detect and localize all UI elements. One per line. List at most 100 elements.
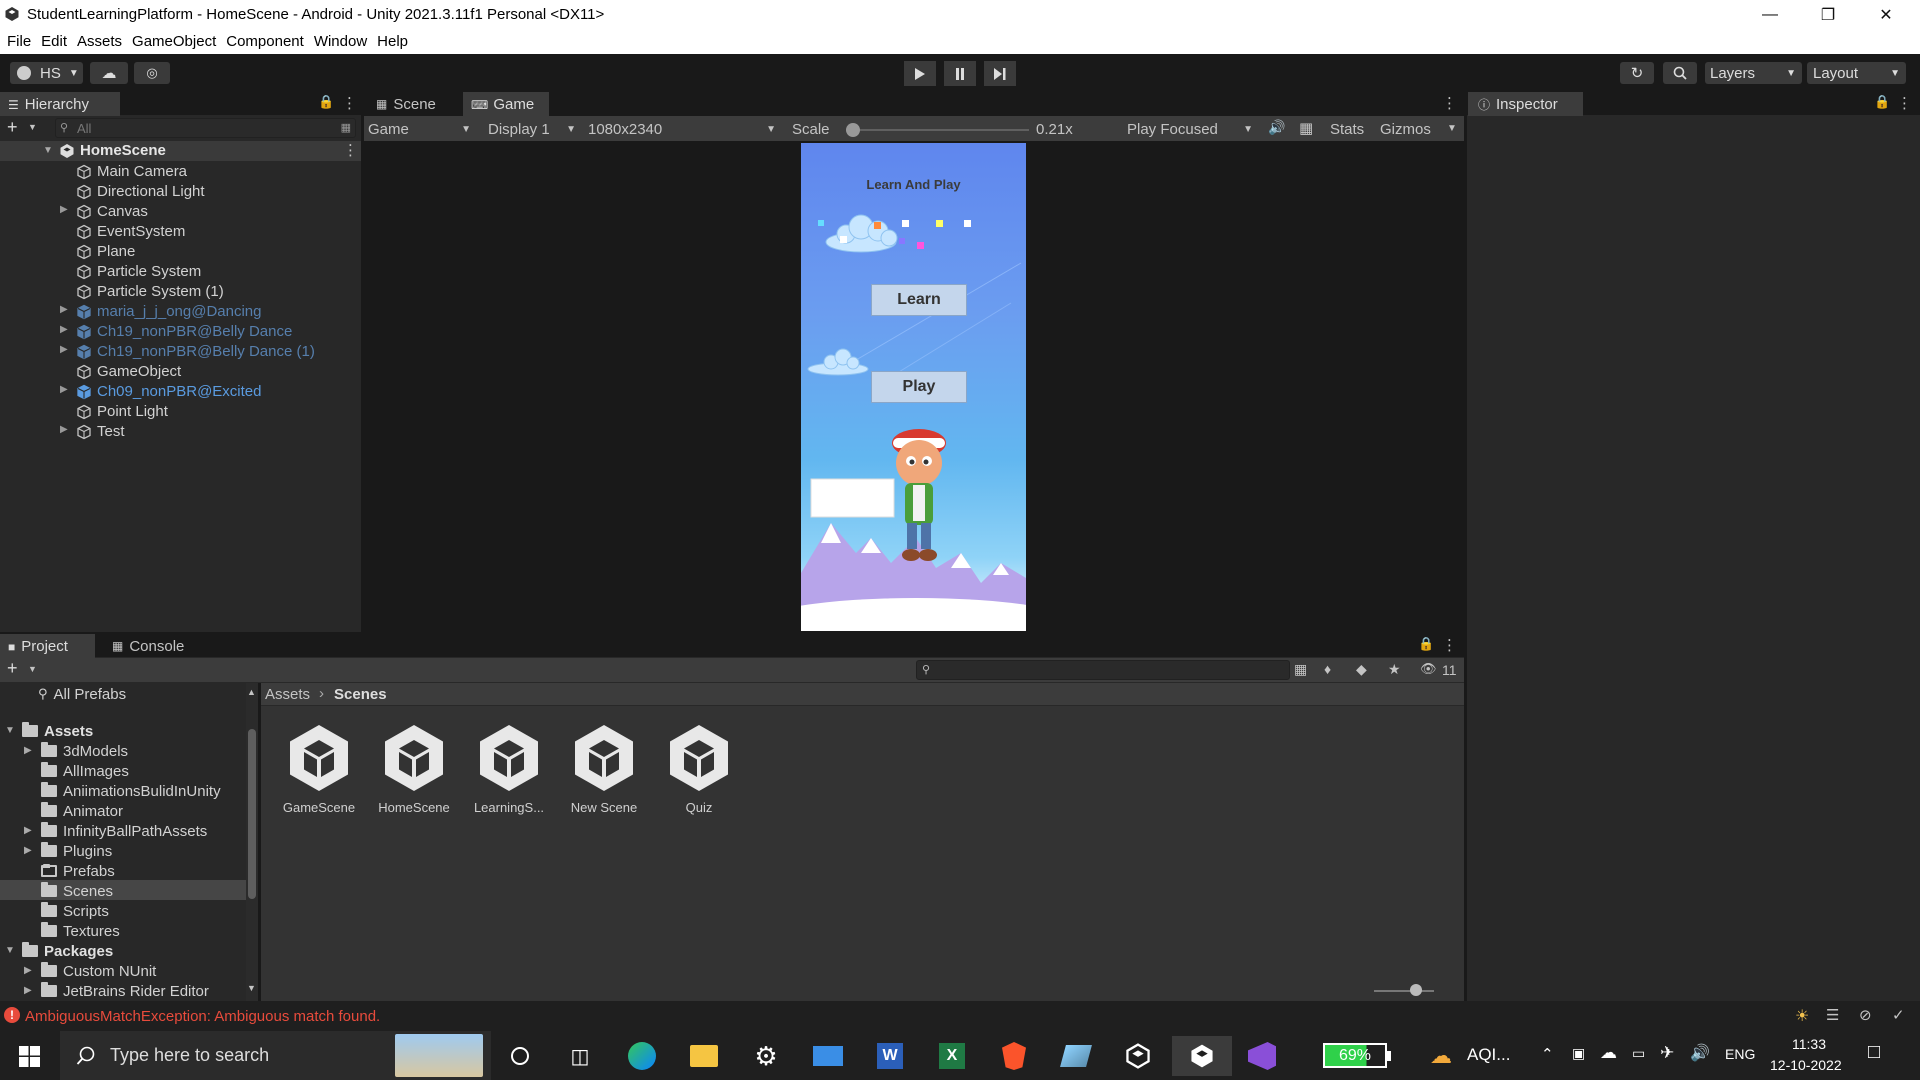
menu-help[interactable]: Help <box>377 29 408 50</box>
check-circle-icon[interactable]: ✓ <box>1892 1006 1905 1024</box>
expand-arrow-icon[interactable]: ▼ <box>43 145 53 156</box>
tree-folder-item[interactable]: ▶ JetBrains Rider Editor <box>24 981 209 1001</box>
visual-studio-icon[interactable] <box>1242 1036 1282 1076</box>
search-filter-icon[interactable]: ▦ <box>341 121 351 134</box>
hierarchy-scene-row[interactable]: ▼ HomeScene ⋮ <box>0 141 361 161</box>
add-icon[interactable]: + <box>7 117 18 138</box>
onedrive-icon[interactable]: ☁ <box>1600 1043 1617 1063</box>
tree-scrollbar-thumb[interactable] <box>248 729 256 899</box>
hierarchy-item[interactable]: ▶ Ch09_nonPBR@Excited <box>0 382 360 402</box>
expand-arrow-icon[interactable]: ▼ <box>5 945 15 956</box>
expand-arrow-icon[interactable]: ▶ <box>24 845 32 856</box>
tree-folder-item[interactable]: ▼ Packages <box>5 941 113 961</box>
more-icon[interactable]: ⋮ <box>343 141 358 159</box>
more-icon[interactable]: ⋮ <box>1442 94 1457 112</box>
game-viewport[interactable]: Learn And Play Learn Play <box>801 143 1026 631</box>
scale-slider-thumb[interactable] <box>846 123 860 137</box>
lighting-icon[interactable]: ☀ <box>1795 1006 1809 1026</box>
hierarchy-item[interactable]: ▶ Ch19_nonPBR@Belly Dance <box>0 322 360 342</box>
tree-folder-item[interactable]: ▶ Plugins <box>24 841 112 861</box>
menu-assets[interactable]: Assets <box>77 29 122 50</box>
account-dropdown[interactable]: HS ▼ <box>10 62 83 84</box>
close-icon[interactable]: ✕ <box>1857 0 1915 29</box>
type-filter-icon[interactable]: ♦ <box>1324 661 1331 677</box>
brave-icon[interactable] <box>994 1036 1034 1076</box>
edge-icon[interactable] <box>622 1036 662 1076</box>
tab-game[interactable]: ⌨ Game <box>463 92 549 116</box>
expand-arrow-icon[interactable]: ▶ <box>24 825 32 836</box>
gizmos-button[interactable]: Gizmos <box>1380 121 1431 138</box>
file-explorer-icon[interactable] <box>684 1036 724 1076</box>
hierarchy-item[interactable]: Particle System (1) <box>0 282 360 302</box>
clock-time[interactable]: 11:33 <box>1792 1036 1826 1052</box>
hidden-icon[interactable]: 👁 <box>1420 661 1437 677</box>
project-search-input[interactable]: ⚲ <box>916 660 1290 680</box>
icon-size-slider[interactable] <box>1374 990 1434 992</box>
weather-icon[interactable]: ☁ <box>1430 1043 1452 1069</box>
tree-folder-item[interactable]: ▶ 3dModels <box>24 741 128 761</box>
tab-inspector[interactable]: ⓘ Inspector <box>1468 92 1583 116</box>
battery-indicator[interactable]: 69% <box>1323 1043 1387 1068</box>
game-mode-dropdown[interactable]: Game ▼ <box>368 118 475 140</box>
hierarchy-item[interactable]: EventSystem <box>0 222 360 242</box>
play-focused-dropdown[interactable]: Play Focused ▼ <box>1127 118 1257 140</box>
expand-arrow-icon[interactable]: ▶ <box>24 745 32 756</box>
tree-scrollbar[interactable]: ▲ ▼ <box>246 683 258 1001</box>
tree-folder-item[interactable]: Scenes <box>41 881 113 901</box>
stats-button[interactable]: Stats <box>1330 121 1364 138</box>
scene-asset[interactable]: HomeScene <box>369 722 459 815</box>
expand-arrow-icon[interactable]: ▼ <box>5 725 15 736</box>
scale-slider[interactable] <box>846 123 1029 137</box>
scroll-down-icon[interactable]: ▼ <box>247 983 256 993</box>
task-view-icon[interactable]: ◫ <box>560 1036 600 1076</box>
excel-icon[interactable]: X <box>932 1036 972 1076</box>
language-indicator[interactable]: ENG <box>1725 1046 1755 1062</box>
scene-asset[interactable]: Quiz <box>654 722 744 815</box>
clock-date[interactable]: 12-10-2022 <box>1770 1057 1842 1073</box>
collab-button[interactable]: ◎ <box>134 62 170 84</box>
battery-tray-icon[interactable]: ▭ <box>1632 1045 1645 1062</box>
expand-arrow-icon[interactable]: ▶ <box>60 424 68 435</box>
menu-component[interactable]: Component <box>226 29 304 50</box>
tree-folder-item[interactable]: ▶ Custom NUnit <box>24 961 156 981</box>
more-icon[interactable]: ⋮ <box>1897 94 1912 112</box>
tab-project[interactable]: ■ Project <box>0 634 95 658</box>
tree-folder-item[interactable]: AniimationsBulidInUnity <box>41 781 221 801</box>
lock-icon[interactable]: 🔒 <box>318 94 334 110</box>
notes-app-icon[interactable] <box>1056 1036 1096 1076</box>
search-button[interactable] <box>1663 62 1697 84</box>
windows-start-icon[interactable] <box>19 1046 40 1067</box>
favorites-all-prefabs[interactable]: ⚲ All Prefabs <box>38 684 126 704</box>
tab-scene[interactable]: ▦ Scene <box>368 92 460 116</box>
play-button[interactable] <box>904 61 936 86</box>
pause-button[interactable] <box>944 61 976 86</box>
expand-arrow-icon[interactable]: ▶ <box>60 384 68 395</box>
more-icon[interactable]: ⋮ <box>1442 636 1457 654</box>
hierarchy-item[interactable]: GameObject <box>0 362 360 382</box>
expand-arrow-icon[interactable]: ▶ <box>24 965 32 976</box>
unity-hub-icon[interactable] <box>1118 1036 1158 1076</box>
resolution-dropdown[interactable]: 1080x2340 ▼ <box>588 118 780 140</box>
expand-arrow-icon[interactable]: ▶ <box>60 304 68 315</box>
volume-icon[interactable]: 🔊 <box>1690 1043 1710 1063</box>
expand-arrow-icon[interactable]: ▶ <box>60 324 68 335</box>
taskbar-search-box[interactable]: Type here to search <box>60 1031 491 1080</box>
unity-editor-icon[interactable] <box>1172 1036 1232 1076</box>
scene-asset[interactable]: LearningS... <box>464 722 554 815</box>
chevron-down-icon[interactable]: ▼ <box>1447 123 1457 134</box>
hierarchy-item[interactable]: ▶ Test <box>0 422 360 442</box>
more-icon[interactable]: ⋮ <box>342 94 357 112</box>
hierarchy-item[interactable]: ▶ maria_j_j_ong@Dancing <box>0 302 360 322</box>
menu-gameobject[interactable]: GameObject <box>132 29 216 50</box>
cloud-button[interactable]: ☁ <box>90 62 128 84</box>
weather-text[interactable]: AQI... <box>1467 1045 1510 1065</box>
label-filter-icon[interactable]: ◆ <box>1356 661 1367 678</box>
settings-icon[interactable]: ⚙ <box>746 1036 786 1076</box>
lock-icon[interactable]: 🔒 <box>1874 94 1890 110</box>
expand-arrow-icon[interactable]: ▶ <box>60 204 68 215</box>
tree-folder-item[interactable]: Scripts <box>41 901 109 921</box>
tree-folder-item[interactable]: Prefabs <box>41 861 115 881</box>
layers-dropdown[interactable]: Layers ▼ <box>1705 62 1802 84</box>
icon-size-slider-thumb[interactable] <box>1410 984 1422 996</box>
expand-arrow-icon[interactable]: ▶ <box>24 985 32 996</box>
